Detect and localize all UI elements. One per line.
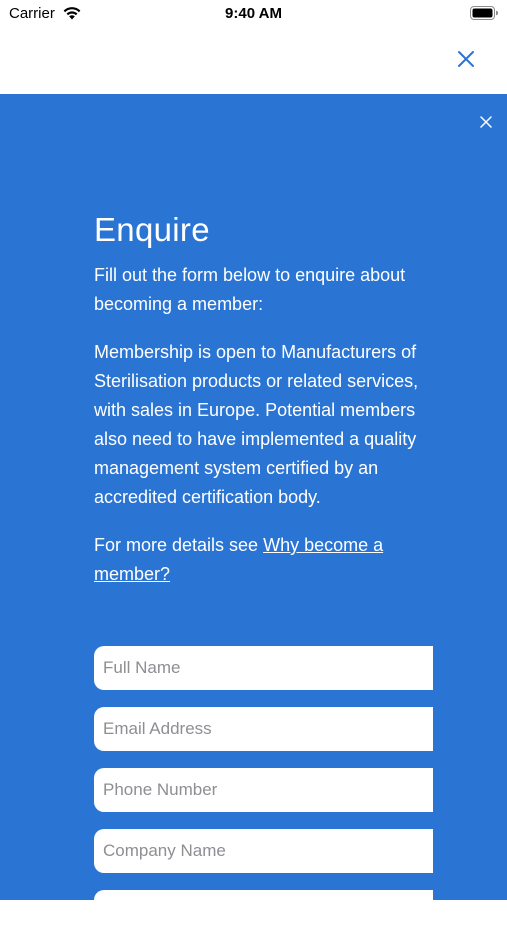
membership-description: Membership is open to Manufacturers of S… xyxy=(94,342,419,507)
battery-icon xyxy=(470,6,498,20)
details-prefix: For more details see xyxy=(94,535,264,555)
company-field[interactable] xyxy=(94,829,433,873)
next-field-partial[interactable] xyxy=(94,890,433,934)
clock: 9:40 AM xyxy=(225,5,282,22)
email-field[interactable] xyxy=(94,707,433,751)
full-name-field[interactable] xyxy=(94,646,433,690)
status-bar: Carrier 9:40 AM xyxy=(0,0,507,30)
top-bar xyxy=(0,30,507,94)
phone-field[interactable] xyxy=(94,768,433,812)
intro-text: Fill out the form below to enquire about… xyxy=(94,265,406,314)
panel-close-icon[interactable] xyxy=(479,115,493,129)
page-title: Enquire xyxy=(94,211,210,248)
close-icon[interactable] xyxy=(455,48,477,70)
enquire-content: Enquire Fill out the form below to enqui… xyxy=(94,210,424,589)
details-text: For more details see Why become a member… xyxy=(94,531,424,589)
